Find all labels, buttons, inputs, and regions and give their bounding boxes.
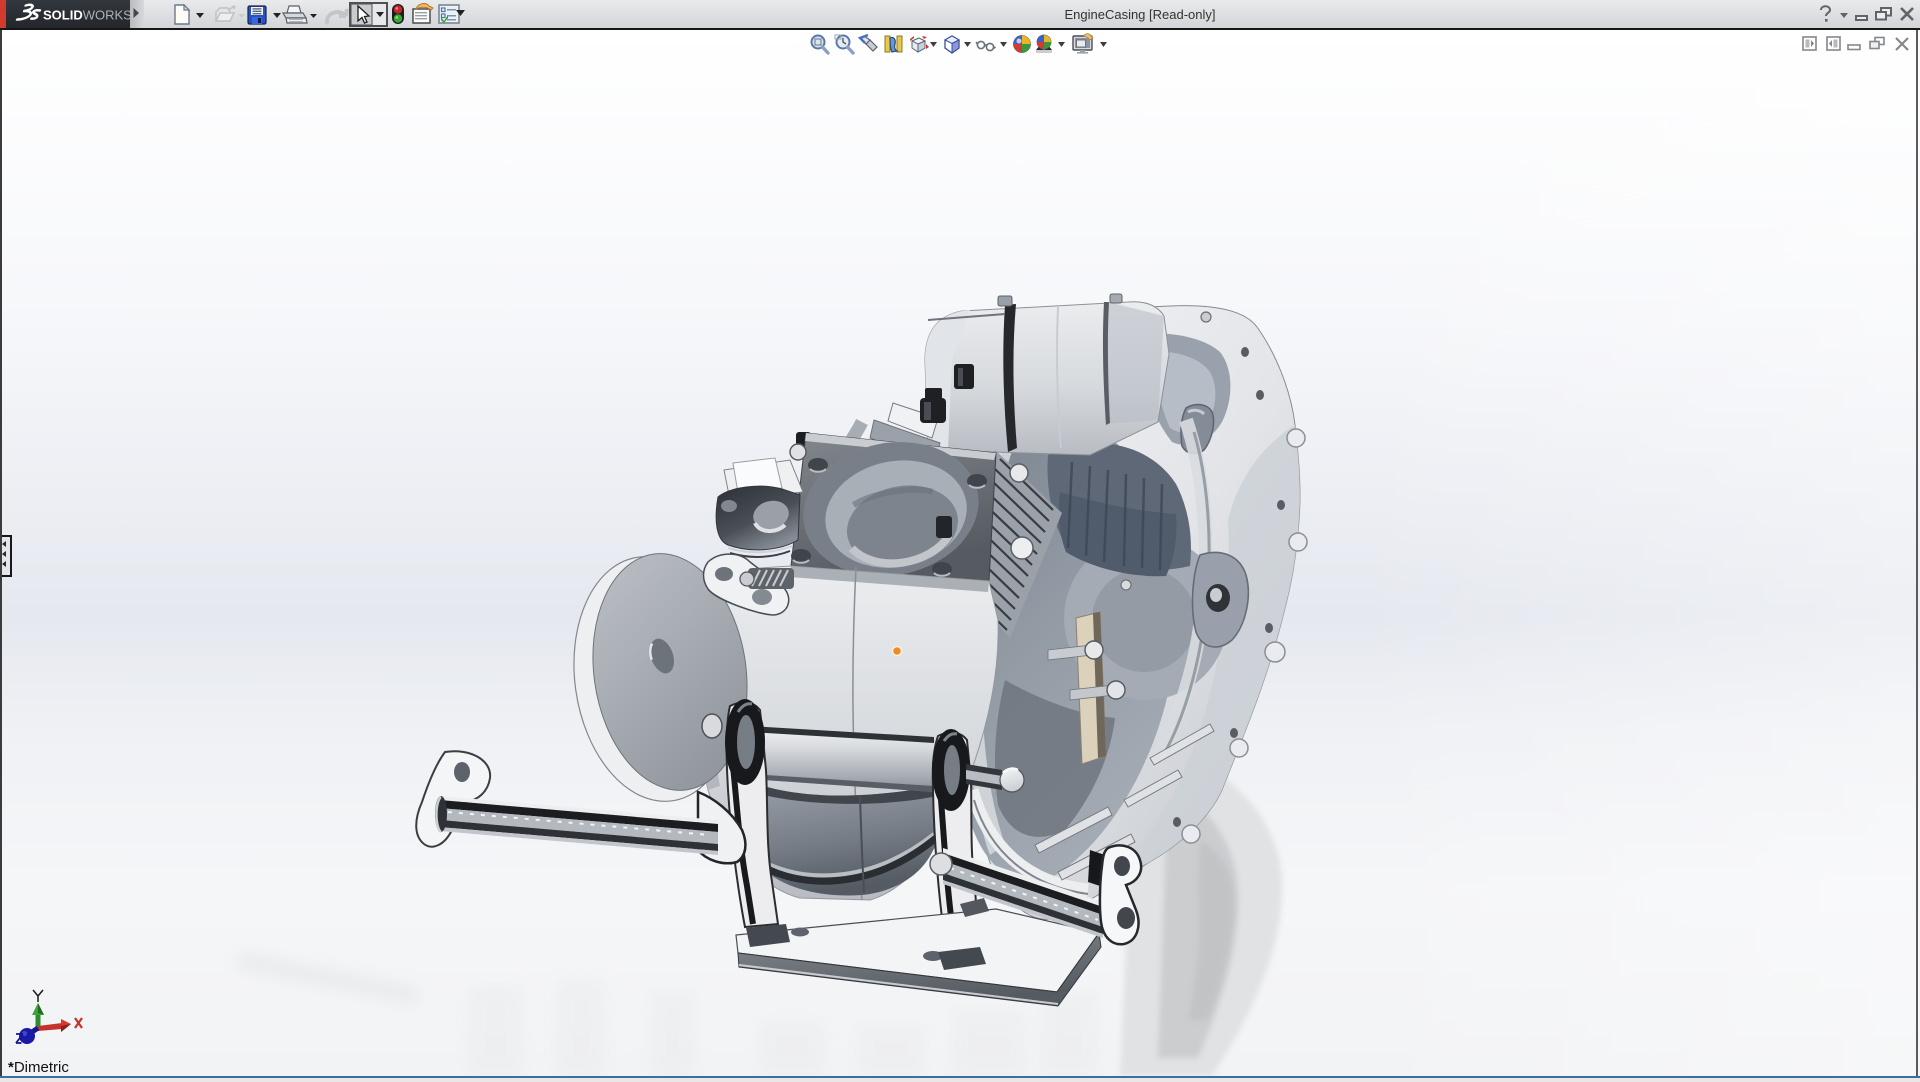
svg-text:SOLIDWORKS: SOLIDWORKS: [43, 8, 132, 23]
